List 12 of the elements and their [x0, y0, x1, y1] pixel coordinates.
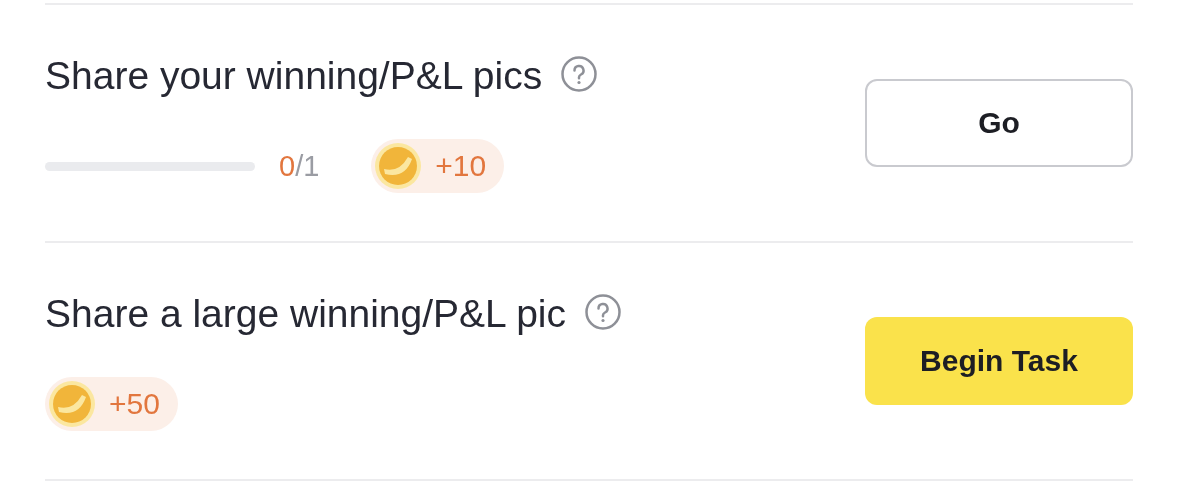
progress-count: 0	[279, 149, 296, 183]
help-icon[interactable]	[584, 293, 623, 331]
reward-amount: +50	[109, 387, 160, 421]
begin-task-button[interactable]: Begin Task	[865, 317, 1133, 405]
reward-amount: +10	[435, 149, 487, 183]
coin-icon	[375, 143, 422, 189]
task-title: Share a large winning/P&L pic	[45, 291, 567, 337]
coin-icon	[49, 381, 95, 427]
progress-total: /1	[295, 149, 320, 183]
task-title: Share your winning/P&L pics	[45, 53, 543, 99]
go-button[interactable]: Go	[865, 79, 1133, 167]
help-icon[interactable]	[560, 55, 599, 93]
